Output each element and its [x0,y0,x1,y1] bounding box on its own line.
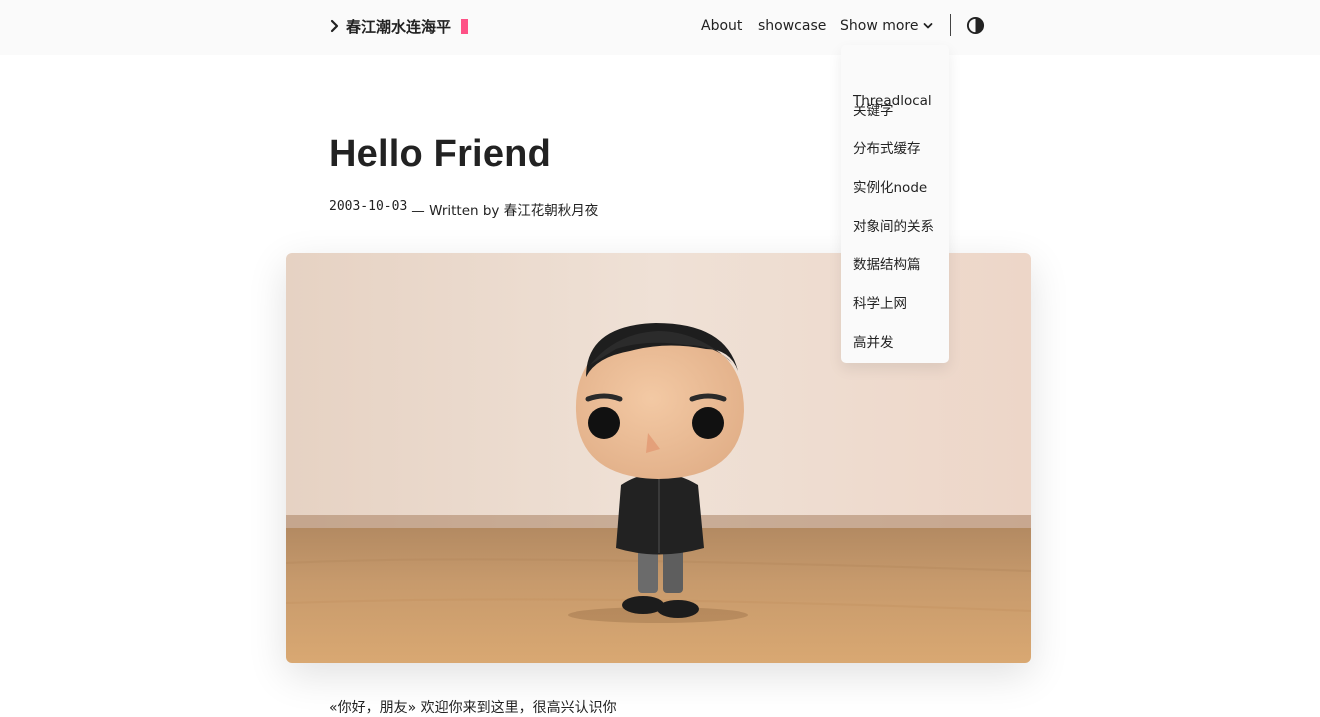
chevron-down-icon [923,23,932,29]
dropdown-item-instantiate-node[interactable]: 实例化node [853,176,927,196]
site-header: 春江潮水连海平 About showcase Show more [0,0,1320,55]
site-title: 春江潮水连海平 [346,17,452,36]
post-intro: «你好，朋友» 欢迎你来到这里，很高兴认识你 [329,700,617,716]
nav-show-more-label: Show more [840,18,919,34]
logo-cursor [461,18,469,34]
show-more-dropdown: Threadlocal 关键字 分布式缓存 实例化node 对象间的关系 数据结… [841,45,949,363]
post-meta: 2003-10-03 — Written by 春江花朝秋月夜 [329,199,598,219]
dropdown-item-distributed-cache[interactable]: 分布式缓存 [853,137,921,157]
nav-divider [950,14,951,36]
dropdown-item-data-structures[interactable]: 数据结构篇 [853,253,921,273]
post-title: Hello Friend [329,133,551,175]
dropdown-item-object-relations[interactable]: 对象间的关系 [853,215,934,235]
dropdown-item-science-internet[interactable]: 科学上网 [853,292,907,312]
site-logo-link[interactable]: 春江潮水连海平 [330,14,469,38]
contrast-icon[interactable] [966,16,985,35]
post-byline: — Written by 春江花朝秋月夜 [411,203,599,219]
post-date: 2003-10-03 [329,199,408,214]
nav-showcase[interactable]: showcase [758,14,826,38]
nav-about[interactable]: About [701,14,742,38]
dropdown-item-high-concurrency[interactable]: 高并发 [853,331,894,351]
chevron-right-icon [330,19,339,33]
dropdown-item-keywords[interactable]: 关键字 [853,99,894,119]
nav-show-more[interactable]: Show more [840,14,933,38]
